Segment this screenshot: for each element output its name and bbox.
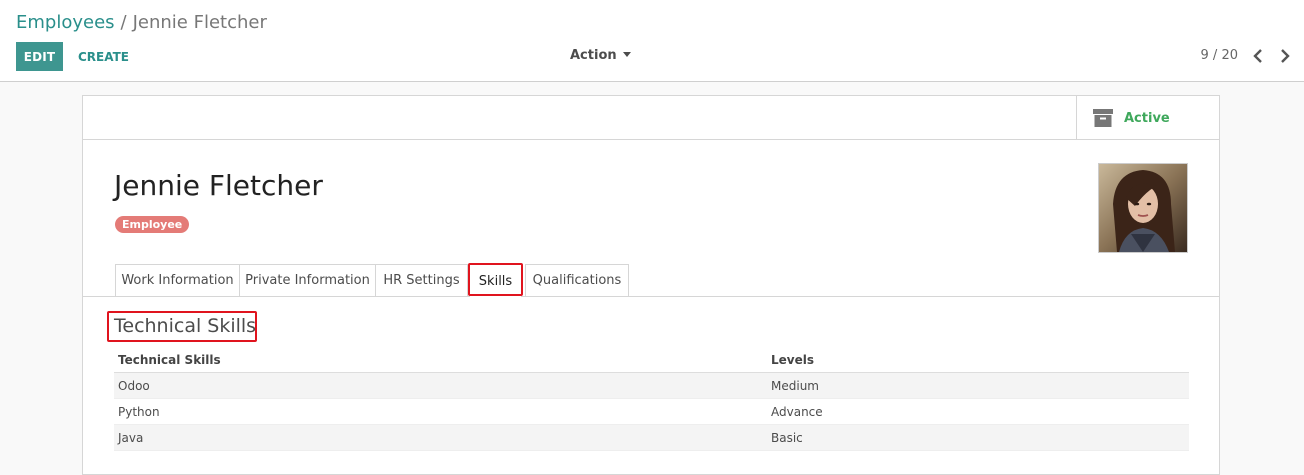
- skill-name-cell: Odoo: [114, 372, 767, 399]
- employee-avatar[interactable]: [1098, 163, 1188, 253]
- breadcrumb-separator: /: [120, 12, 127, 33]
- edit-button[interactable]: EDIT: [16, 42, 63, 71]
- skills-table: Technical Skills Levels Odoo Medium Pyth…: [114, 348, 1189, 451]
- table-row[interactable]: Python Advance: [114, 398, 1189, 425]
- archive-icon: [1093, 109, 1113, 127]
- action-dropdown-label: Action: [570, 48, 617, 63]
- pager-value[interactable]: 9 / 20: [1201, 48, 1238, 63]
- chevron-right-icon: [1281, 49, 1290, 63]
- active-toggle-button[interactable]: Active: [1076, 96, 1219, 139]
- breadcrumb-current: Jennie Fletcher: [132, 12, 267, 33]
- form-notebook-tabs: Work Information Private Information HR …: [83, 264, 1219, 297]
- control-panel: Employees / Jennie Fletcher EDIT CREATE Ac…: [0, 0, 1304, 82]
- column-header-technical-skills[interactable]: Technical Skills: [114, 348, 767, 373]
- skill-level-cell: Basic: [767, 424, 1189, 451]
- pager-next-button[interactable]: [1276, 46, 1294, 66]
- table-row[interactable]: Odoo Medium: [114, 372, 1189, 399]
- pager-previous-button[interactable]: [1249, 46, 1267, 66]
- employee-form-sheet: Active Jennie Fletcher Employee Work Inf…: [82, 95, 1220, 475]
- skill-name-cell: Java: [114, 424, 767, 451]
- smart-button-box: Active: [83, 96, 1219, 140]
- tab-work-information[interactable]: Work Information: [115, 264, 240, 296]
- action-dropdown[interactable]: Action: [570, 48, 631, 63]
- technical-skills-heading: Technical Skills: [114, 315, 257, 337]
- tab-private-information[interactable]: Private Information: [239, 264, 376, 296]
- employee-category-tag: Employee: [115, 216, 190, 233]
- skill-level-cell: Medium: [767, 372, 1189, 399]
- tab-skills[interactable]: Skills: [469, 264, 522, 297]
- create-button[interactable]: CREATE: [70, 42, 137, 71]
- chevron-left-icon: [1253, 49, 1262, 63]
- column-header-levels[interactable]: Levels: [767, 348, 1189, 373]
- table-row[interactable]: Java Basic: [114, 424, 1189, 451]
- tab-qualifications[interactable]: Qualifications: [525, 264, 629, 296]
- breadcrumb-employees-link[interactable]: Employees: [16, 12, 115, 33]
- employee-photo: [1099, 164, 1187, 252]
- tab-hr-settings[interactable]: HR Settings: [375, 264, 468, 296]
- breadcrumb: Employees / Jennie Fletcher: [16, 11, 267, 35]
- table-header-row: Technical Skills Levels: [114, 348, 1189, 373]
- caret-down-icon: [622, 52, 631, 57]
- active-status-label: Active: [1124, 111, 1170, 126]
- skill-level-cell: Advance: [767, 398, 1189, 425]
- skill-name-cell: Python: [114, 398, 767, 425]
- employee-name: Jennie Fletcher: [114, 169, 323, 202]
